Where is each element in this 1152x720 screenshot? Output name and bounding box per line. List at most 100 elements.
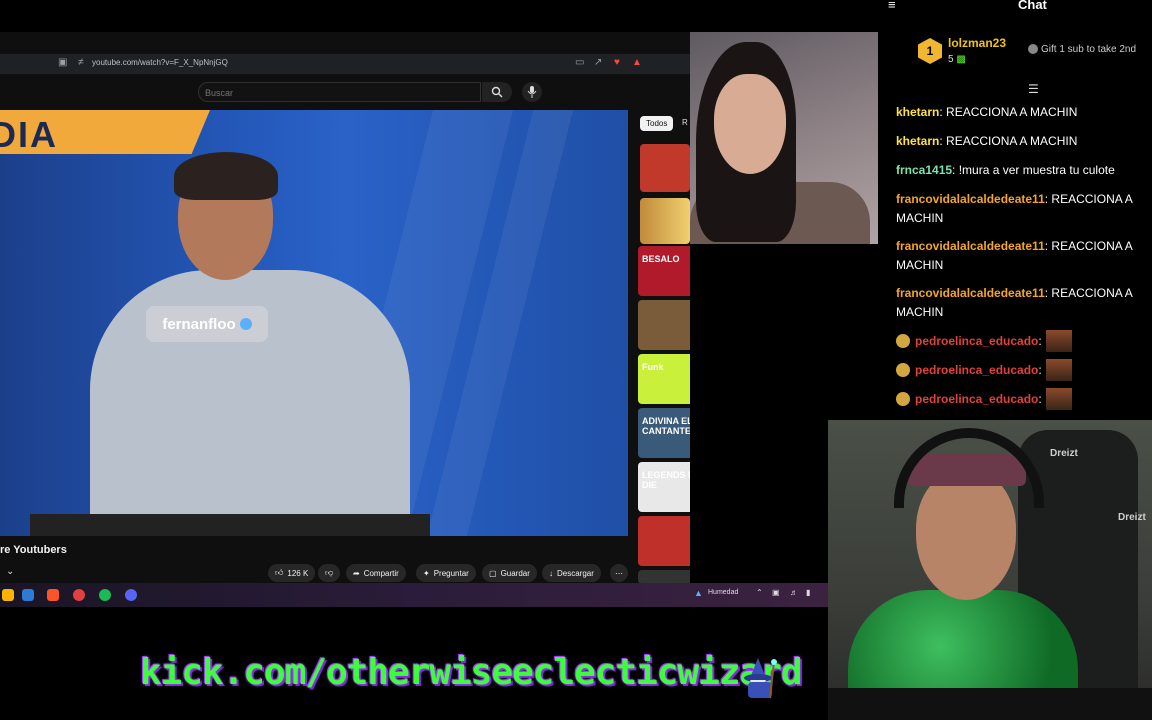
windows-taskbar: ▲ Humedad ⌃ ▣ ♬ ▮ xyxy=(0,583,828,607)
spotify-icon[interactable] xyxy=(99,589,111,601)
chat-text: REACCIONA A MACHIN xyxy=(946,105,1078,119)
save-button[interactable]: ▢ Guardar xyxy=(482,564,537,582)
youtube-header xyxy=(0,74,690,110)
chevron-down-icon[interactable]: ⌄ xyxy=(6,566,14,577)
share-label: Compartir xyxy=(363,568,399,578)
brave-shield-icon[interactable]: ♥ xyxy=(614,57,620,68)
video-actions: ⌄ 👍︎ 126 K 👎︎ ➦ Compartir ✦ Preguntar ▢ … xyxy=(0,562,690,584)
gift-prompt: Gift 1 sub to take 2nd xyxy=(1028,44,1136,55)
webcam-top-face xyxy=(714,74,786,174)
filter-chip-next[interactable]: R xyxy=(682,118,688,127)
chat-colon: : xyxy=(1038,334,1042,349)
recommendation-item[interactable]: 19:46Compré +100.000$ en Cajas Misterios… xyxy=(638,300,690,350)
chat-message: khetarn: REACCIONA A MACHIN xyxy=(896,103,1148,122)
like-button[interactable]: 👍︎ 126 K xyxy=(268,564,316,582)
weather-icon[interactable]: ▲ xyxy=(694,588,703,598)
chat-colon: : xyxy=(952,163,959,177)
file-explorer-icon[interactable] xyxy=(2,589,14,601)
chat-header: ≡ Chat xyxy=(878,0,1152,14)
webcam-main: Dreizt Dreizt xyxy=(828,420,1152,720)
chat-username[interactable]: pedroelinca_educado xyxy=(915,363,1038,377)
battery-icon[interactable]: ▮ xyxy=(806,588,810,597)
store-icon[interactable] xyxy=(22,589,34,601)
gift-count: 5 ▩ xyxy=(948,54,966,65)
person-hair xyxy=(174,152,278,200)
recommendation-thumbnail[interactable]: LEGENDS NEVER DIE3:56 xyxy=(638,462,690,512)
show-logo-text: DIA xyxy=(0,114,58,155)
obs-icon[interactable] xyxy=(73,589,85,601)
voice-search-button[interactable] xyxy=(522,82,542,102)
chat-username[interactable]: francovidalalcaldedeate11 xyxy=(896,286,1045,300)
discord-icon[interactable] xyxy=(125,589,137,601)
top-gifter-name: lolzman23 xyxy=(948,36,1007,50)
chat-emote xyxy=(1045,330,1072,352)
recommendation-item[interactable]: ADIVINA EL CANTANTE23:56Adivina el Canta… xyxy=(638,408,690,458)
chat-message: frnca1415: !mura a ver muestra tu culote xyxy=(896,161,1148,180)
chat-username[interactable]: francovidalalcaldedeate11 xyxy=(896,239,1045,253)
verified-icon xyxy=(239,318,252,330)
recommendation-item[interactable]: Funk13:29ENGANCHADO BRASILERO FUNK (LO M… xyxy=(638,354,690,404)
share-button[interactable]: ➦ Compartir xyxy=(346,564,406,582)
recommendation-thumbnail[interactable] xyxy=(638,570,690,584)
search-input[interactable] xyxy=(199,84,480,102)
download-button[interactable]: ↓ Descargar xyxy=(542,564,601,582)
recommendation-thumbnail[interactable]: 20:56 xyxy=(638,516,690,566)
dislike-button[interactable]: 👎︎ xyxy=(318,564,341,582)
recommendation-thumbnail-partial[interactable] xyxy=(640,198,690,244)
chat-menu-icon[interactable]: ≡ xyxy=(888,0,896,12)
search-box[interactable] xyxy=(198,82,481,102)
chair-brand-logo: Dreizt xyxy=(1050,448,1078,459)
recommendation-thumbnail[interactable]: 19:46 xyxy=(638,300,690,350)
recommendation-thumbnail-partial[interactable] xyxy=(640,144,690,192)
share-icon[interactable]: ↗ xyxy=(594,57,602,68)
chair-brand-logo: Dreizt xyxy=(1118,512,1146,523)
chat-filter-icon[interactable]: ☰ xyxy=(1028,82,1039,96)
recommendation-thumbnail[interactable]: BESALO2:44 xyxy=(638,246,690,296)
chat-username[interactable]: francovidalalcaldedeate11 xyxy=(896,192,1045,206)
recommendation-item[interactable]: BESALO2:44EL ALFA "El Jefe" ft. Rauw Ale… xyxy=(638,246,690,296)
brave-rewards-icon[interactable]: ▲ xyxy=(632,57,642,68)
recommendation-thumbnail[interactable]: ADIVINA EL CANTANTE23:56 xyxy=(638,408,690,458)
volume-icon[interactable]: ♬ xyxy=(790,588,798,597)
chat-username[interactable]: khetarn xyxy=(896,134,939,148)
thumbnail-text: Funk xyxy=(642,362,664,372)
bookmark-icon[interactable]: ▣ xyxy=(58,57,67,68)
game-desk xyxy=(30,514,430,536)
address-bar[interactable]: ▣ ≠ youtube.com/watch?v=F_X_NpNnjGQ ▭ ↗ … xyxy=(0,54,690,74)
chat-text: REACCIONA A MACHIN xyxy=(946,134,1078,148)
more-actions-button[interactable]: ⋯ xyxy=(610,564,628,582)
chat-username[interactable]: frnca1415 xyxy=(896,163,952,177)
search-button[interactable] xyxy=(482,82,512,102)
gift-icon xyxy=(1028,44,1038,55)
cast-icon[interactable]: ▭ xyxy=(575,57,584,68)
network-icon[interactable]: ▣ xyxy=(772,588,780,597)
video-title: re Youtubers xyxy=(0,544,67,556)
ask-button[interactable]: ✦ Preguntar xyxy=(416,564,476,582)
recommendation-item[interactable]: 20:56volví a jugar AMONG US en 2026Rubiu… xyxy=(638,516,690,566)
brave-browser-icon[interactable] xyxy=(47,589,59,601)
sparkle-icon: ✦ xyxy=(423,568,430,578)
url-text[interactable]: youtube.com/watch?v=F_X_NpNnjGQ xyxy=(92,58,228,67)
pinned-gift-leaderboard[interactable]: 1 lolzman23 5 ▩ Gift 1 sub to take 2nd xyxy=(878,30,1152,80)
chat-username[interactable]: pedroelinca_educado xyxy=(915,392,1038,406)
filter-chip-all[interactable]: Todos xyxy=(640,116,674,131)
search-icon xyxy=(491,86,503,98)
tray-chevron-icon[interactable]: ⌃ xyxy=(756,588,763,597)
recommendation-item[interactable]: LEGENDS NEVER DIE3:56Legends Never Die (… xyxy=(638,462,690,512)
download-icon: ↓ xyxy=(549,568,553,578)
site-info-icon[interactable]: ≠ xyxy=(78,57,84,68)
recommendation-thumbnail[interactable]: Funk13:29 xyxy=(638,354,690,404)
browser-capture: ▣ ≠ youtube.com/watch?v=F_X_NpNnjGQ ▭ ↗ … xyxy=(0,32,690,607)
like-count: 126 K xyxy=(287,568,309,578)
creator-name: fernanfloo xyxy=(162,315,236,333)
video-player[interactable]: DIA fernanfloo xyxy=(0,110,628,536)
weather-status[interactable]: Humedad xyxy=(708,589,738,596)
gift-count-value: 5 xyxy=(948,54,954,65)
chat-username[interactable]: khetarn xyxy=(896,105,939,119)
thumbnail-text: BESALO xyxy=(642,254,680,264)
chat-panel: ≡ Chat 1 lolzman23 5 ▩ Gift 1 sub to tak… xyxy=(878,0,1152,420)
chat-username[interactable]: pedroelinca_educado xyxy=(915,334,1038,348)
keyboard xyxy=(828,688,1152,720)
chat-message: francovidalalcaldedeate11: REACCIONA A M… xyxy=(896,284,1148,322)
wizard-icon xyxy=(744,658,777,699)
